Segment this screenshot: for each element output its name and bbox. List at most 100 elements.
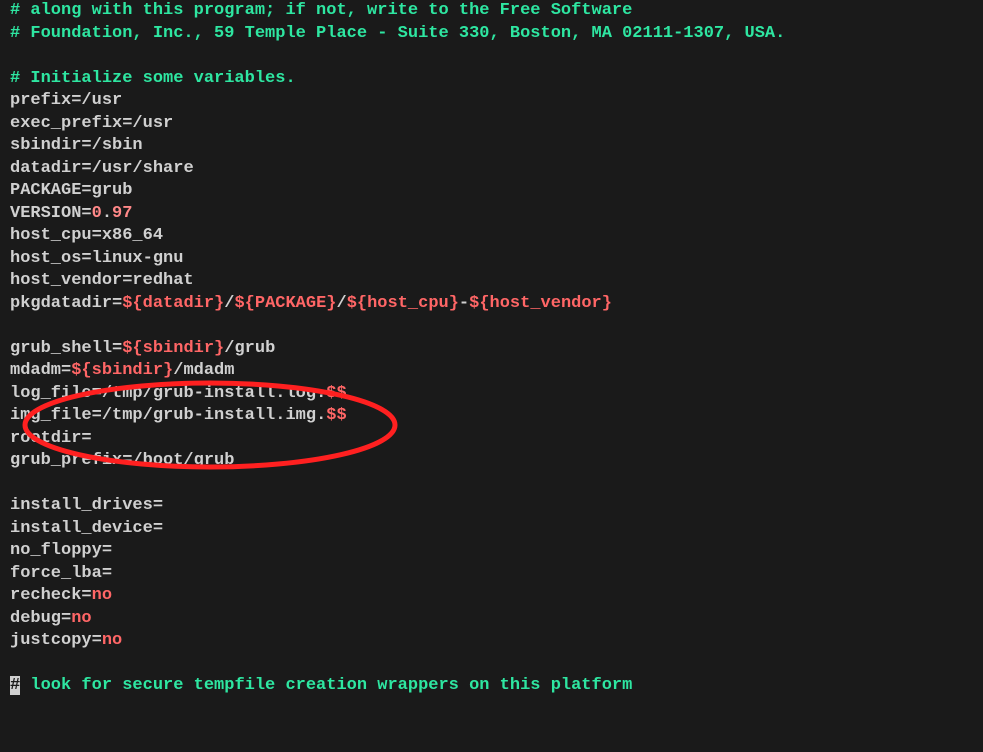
var-value: /tmp/grub-install.img. (102, 406, 326, 425)
equals: = (61, 361, 71, 380)
assignment-exec-prefix: exec_prefix=/usr (10, 113, 973, 136)
assignment-host-vendor: host_vendor=redhat (10, 270, 973, 293)
assignment-host-cpu: host_cpu=x86_64 (10, 225, 973, 248)
var-value: no (102, 631, 122, 650)
substitution: ${sbindir} (71, 361, 173, 380)
assignment-mdadm: mdadm=${sbindir}/mdadm (10, 360, 973, 383)
equals: = (122, 451, 132, 470)
comment-line: # along with this program; if not, write… (10, 1, 632, 20)
substitution: ${host_cpu} (347, 294, 459, 313)
var-value: linux-gnu (92, 249, 184, 268)
var-name: install_device (10, 519, 153, 538)
assignment-grub-prefix: grub_prefix=/boot/grub (10, 450, 973, 473)
var-name: grub_prefix (10, 451, 122, 470)
substitution: $$ (326, 406, 346, 425)
path-sep: / (224, 294, 234, 313)
var-name: recheck (10, 586, 81, 605)
assignment-host-os: host_os=linux-gnu (10, 248, 973, 271)
assignment-version: VERSION=0.97 (10, 203, 973, 226)
comment-line-with-cursor: # look for secure tempfile creation wrap… (10, 675, 973, 698)
equals: = (122, 114, 132, 133)
dot: . (102, 204, 112, 223)
assignment-log-file: log_file=/tmp/grub-install.log.$$ (10, 383, 973, 406)
var-value: /usr (81, 91, 122, 110)
var-name: grub_shell (10, 339, 112, 358)
equals: = (92, 406, 102, 425)
var-value: /usr (132, 114, 173, 133)
var-name: host_vendor (10, 271, 122, 290)
assignment-img-file: img_file=/tmp/grub-install.img.$$ (10, 405, 973, 428)
assignment-rootdir: rootdir= (10, 428, 973, 451)
var-value: grub (92, 181, 133, 200)
var-name: VERSION (10, 204, 81, 223)
var-value: redhat (132, 271, 193, 290)
equals: = (81, 429, 91, 448)
equals: = (81, 159, 91, 178)
var-name: PACKAGE (10, 181, 81, 200)
assignment-debug: debug=no (10, 608, 973, 631)
number: 97 (112, 204, 132, 223)
equals: = (153, 519, 163, 538)
substitution: ${sbindir} (122, 339, 224, 358)
equals: = (71, 91, 81, 110)
var-value: no (71, 609, 91, 628)
var-name: debug (10, 609, 61, 628)
equals: = (153, 496, 163, 515)
var-name: log_file (10, 384, 92, 403)
assignment-no-floppy: no_floppy= (10, 540, 973, 563)
equals: = (102, 564, 112, 583)
number: 0 (92, 204, 102, 223)
var-name: img_file (10, 406, 92, 425)
assignment-datadir: datadir=/usr/share (10, 158, 973, 181)
var-value: /grub (224, 339, 275, 358)
var-name: no_floppy (10, 541, 102, 560)
var-name: prefix (10, 91, 71, 110)
code-editor[interactable]: # along with this program; if not, write… (0, 0, 983, 752)
comment-line: # Initialize some variables. (10, 69, 296, 88)
equals: = (81, 136, 91, 155)
equals: = (102, 541, 112, 560)
assignment-install-drives: install_drives= (10, 495, 973, 518)
assignment-install-device: install_device= (10, 518, 973, 541)
var-name: exec_prefix (10, 114, 122, 133)
equals: = (81, 204, 91, 223)
assignment-prefix: prefix=/usr (10, 90, 973, 113)
equals: = (92, 384, 102, 403)
equals: = (112, 294, 122, 313)
substitution: ${PACKAGE} (234, 294, 336, 313)
equals: = (81, 181, 91, 200)
cursor-icon: # (10, 676, 20, 695)
substitution: ${datadir} (122, 294, 224, 313)
var-value: no (92, 586, 112, 605)
var-name: host_cpu (10, 226, 92, 245)
assignment-pkgdatadir: pkgdatadir=${datadir}/${PACKAGE}/${host_… (10, 293, 973, 316)
var-value: /sbin (92, 136, 143, 155)
equals: = (112, 339, 122, 358)
comment-text: look for secure tempfile creation wrappe… (20, 676, 632, 695)
substitution: $$ (326, 384, 346, 403)
assignment-sbindir: sbindir=/sbin (10, 135, 973, 158)
var-value: /tmp/grub-install.log. (102, 384, 326, 403)
var-name: install_drives (10, 496, 153, 515)
substitution: ${host_vendor} (469, 294, 612, 313)
assignment-force-lba: force_lba= (10, 563, 973, 586)
var-name: justcopy (10, 631, 92, 650)
var-name: sbindir (10, 136, 81, 155)
var-value: /boot/grub (132, 451, 234, 470)
var-name: datadir (10, 159, 81, 178)
equals: = (61, 609, 71, 628)
equals: = (92, 226, 102, 245)
var-value: /usr/share (92, 159, 194, 178)
var-name: host_os (10, 249, 81, 268)
var-value: /mdadm (173, 361, 234, 380)
var-name: pkgdatadir (10, 294, 112, 313)
equals: = (122, 271, 132, 290)
var-name: force_lba (10, 564, 102, 583)
var-name: mdadm (10, 361, 61, 380)
equals: = (81, 249, 91, 268)
assignment-recheck: recheck=no (10, 585, 973, 608)
equals: = (81, 586, 91, 605)
equals: = (92, 631, 102, 650)
path-sep: / (337, 294, 347, 313)
comment-line: # Foundation, Inc., 59 Temple Place - Su… (10, 24, 785, 43)
